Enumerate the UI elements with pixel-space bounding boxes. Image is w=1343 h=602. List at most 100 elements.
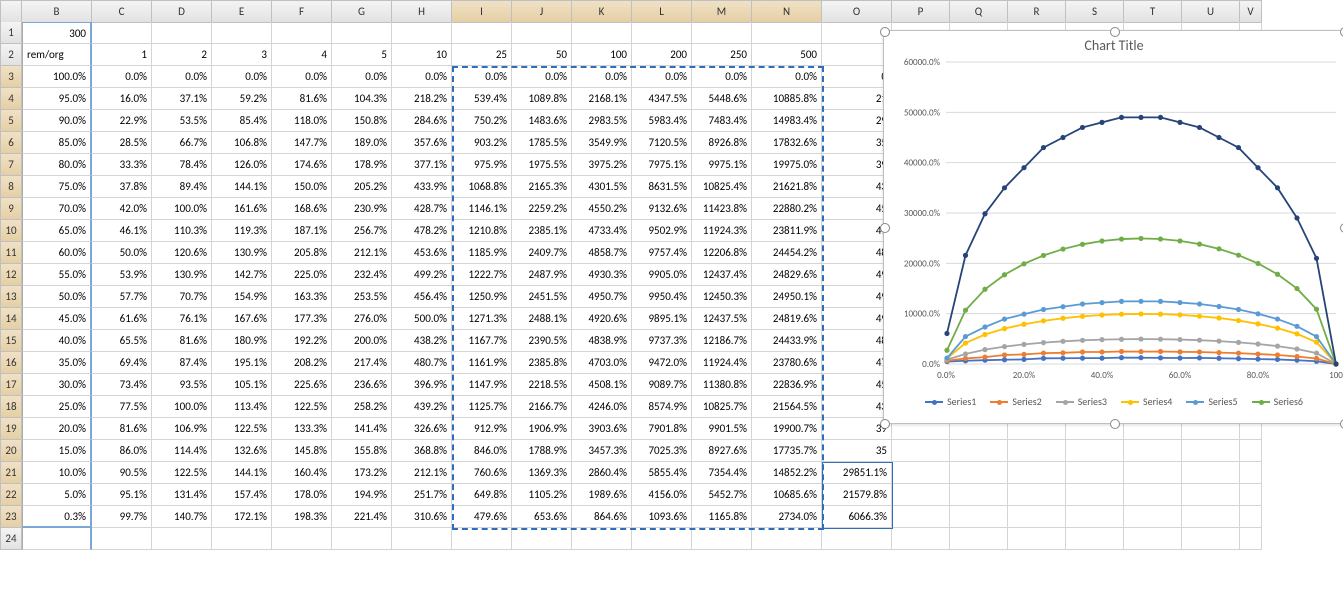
- cell-B5[interactable]: 90.0%: [22, 110, 92, 132]
- row-header-4[interactable]: 4: [0, 88, 22, 110]
- col-header-J[interactable]: J: [512, 0, 572, 22]
- cell-D21[interactable]: 122.5%: [152, 462, 212, 484]
- row-header-20[interactable]: 20: [0, 440, 22, 462]
- cell-K13[interactable]: 4950.7%: [572, 286, 632, 308]
- cell-J15[interactable]: 2390.5%: [512, 330, 572, 352]
- cell-D2[interactable]: 2: [152, 44, 212, 66]
- cell-H8[interactable]: 433.9%: [392, 176, 452, 198]
- cell-M19[interactable]: 9901.5%: [692, 418, 752, 440]
- cell-E17[interactable]: 105.1%: [212, 374, 272, 396]
- cell-R23[interactable]: [1008, 506, 1066, 528]
- cell-E22[interactable]: 157.4%: [212, 484, 272, 506]
- cell-L8[interactable]: 8631.5%: [632, 176, 692, 198]
- cell-F5[interactable]: 118.0%: [272, 110, 332, 132]
- resize-handle[interactable]: [880, 27, 890, 37]
- cell-M20[interactable]: 8927.6%: [692, 440, 752, 462]
- cell-I2[interactable]: 25: [452, 44, 512, 66]
- cell-G6[interactable]: 189.0%: [332, 132, 392, 154]
- cell-D23[interactable]: 140.7%: [152, 506, 212, 528]
- cell-V24[interactable]: [1240, 528, 1262, 550]
- cell-E4[interactable]: 59.2%: [212, 88, 272, 110]
- cell-O5[interactable]: 29: [822, 110, 892, 132]
- cell-O24[interactable]: [822, 528, 892, 550]
- cell-D7[interactable]: 78.4%: [152, 154, 212, 176]
- row-header-17[interactable]: 17: [0, 374, 22, 396]
- legend-item-Series5[interactable]: Series5: [1186, 396, 1237, 408]
- cell-C13[interactable]: 57.7%: [92, 286, 152, 308]
- cell-H7[interactable]: 377.1%: [392, 154, 452, 176]
- cell-C9[interactable]: 42.0%: [92, 198, 152, 220]
- cell-F15[interactable]: 192.2%: [272, 330, 332, 352]
- row-header-9[interactable]: 9: [0, 198, 22, 220]
- cell-N23[interactable]: 2734.0%: [752, 506, 822, 528]
- cell-F24[interactable]: [272, 528, 332, 550]
- cell-K21[interactable]: 2860.4%: [572, 462, 632, 484]
- cell-K17[interactable]: 4508.1%: [572, 374, 632, 396]
- cell-N13[interactable]: 24950.1%: [752, 286, 822, 308]
- cell-C8[interactable]: 37.8%: [92, 176, 152, 198]
- cell-O3[interactable]: 0: [822, 66, 892, 88]
- cell-I17[interactable]: 1147.9%: [452, 374, 512, 396]
- cell-H10[interactable]: 478.2%: [392, 220, 452, 242]
- cell-N17[interactable]: 22836.9%: [752, 374, 822, 396]
- cell-N18[interactable]: 21564.5%: [752, 396, 822, 418]
- cell-V23[interactable]: [1240, 506, 1262, 528]
- cell-O13[interactable]: 49: [822, 286, 892, 308]
- cell-E20[interactable]: 132.6%: [212, 440, 272, 462]
- resize-handle[interactable]: [1110, 27, 1120, 37]
- cell-O18[interactable]: 43: [822, 396, 892, 418]
- cell-L20[interactable]: 7025.3%: [632, 440, 692, 462]
- row-header-22[interactable]: 22: [0, 484, 22, 506]
- cell-D6[interactable]: 66.7%: [152, 132, 212, 154]
- cell-D19[interactable]: 106.9%: [152, 418, 212, 440]
- cell-P22[interactable]: [892, 484, 950, 506]
- cell-I11[interactable]: 1185.9%: [452, 242, 512, 264]
- cell-L1[interactable]: [632, 22, 692, 44]
- cell-O22[interactable]: 21579.8%: [822, 484, 892, 506]
- cell-M18[interactable]: 10825.7%: [692, 396, 752, 418]
- cell-I20[interactable]: 846.0%: [452, 440, 512, 462]
- cell-B4[interactable]: 95.0%: [22, 88, 92, 110]
- col-header-L[interactable]: L: [632, 0, 692, 22]
- cell-B12[interactable]: 55.0%: [22, 264, 92, 286]
- col-header-O[interactable]: O: [822, 0, 892, 22]
- cell-F13[interactable]: 163.3%: [272, 286, 332, 308]
- cell-L7[interactable]: 7975.1%: [632, 154, 692, 176]
- cell-H24[interactable]: [392, 528, 452, 550]
- cell-J11[interactable]: 2409.7%: [512, 242, 572, 264]
- cell-J5[interactable]: 1483.6%: [512, 110, 572, 132]
- resize-handle[interactable]: [880, 223, 890, 233]
- cell-J14[interactable]: 2488.1%: [512, 308, 572, 330]
- cell-H4[interactable]: 218.2%: [392, 88, 452, 110]
- cell-D1[interactable]: [152, 22, 212, 44]
- cell-B13[interactable]: 50.0%: [22, 286, 92, 308]
- cell-N1[interactable]: [752, 22, 822, 44]
- cell-D5[interactable]: 53.5%: [152, 110, 212, 132]
- col-header-F[interactable]: F: [272, 0, 332, 22]
- cell-K20[interactable]: 3457.3%: [572, 440, 632, 462]
- legend-item-Series1[interactable]: Series1: [925, 396, 976, 408]
- cell-U22[interactable]: [1182, 484, 1240, 506]
- cell-B20[interactable]: 15.0%: [22, 440, 92, 462]
- cell-B9[interactable]: 70.0%: [22, 198, 92, 220]
- col-header-T[interactable]: T: [1124, 0, 1182, 22]
- cell-I15[interactable]: 1167.7%: [452, 330, 512, 352]
- cell-I5[interactable]: 750.2%: [452, 110, 512, 132]
- cell-E11[interactable]: 130.9%: [212, 242, 272, 264]
- cell-G14[interactable]: 276.0%: [332, 308, 392, 330]
- cell-M7[interactable]: 9975.1%: [692, 154, 752, 176]
- cell-N24[interactable]: [752, 528, 822, 550]
- cell-H17[interactable]: 396.9%: [392, 374, 452, 396]
- cell-M17[interactable]: 11380.8%: [692, 374, 752, 396]
- cell-O15[interactable]: 48: [822, 330, 892, 352]
- cell-M9[interactable]: 11423.8%: [692, 198, 752, 220]
- cell-H6[interactable]: 357.6%: [392, 132, 452, 154]
- cell-O2[interactable]: [822, 44, 892, 66]
- col-header-V[interactable]: V: [1240, 0, 1262, 22]
- cell-M2[interactable]: 250: [692, 44, 752, 66]
- cell-E2[interactable]: 3: [212, 44, 272, 66]
- cell-E21[interactable]: 144.1%: [212, 462, 272, 484]
- cell-F22[interactable]: 178.0%: [272, 484, 332, 506]
- cell-D4[interactable]: 37.1%: [152, 88, 212, 110]
- cell-C20[interactable]: 86.0%: [92, 440, 152, 462]
